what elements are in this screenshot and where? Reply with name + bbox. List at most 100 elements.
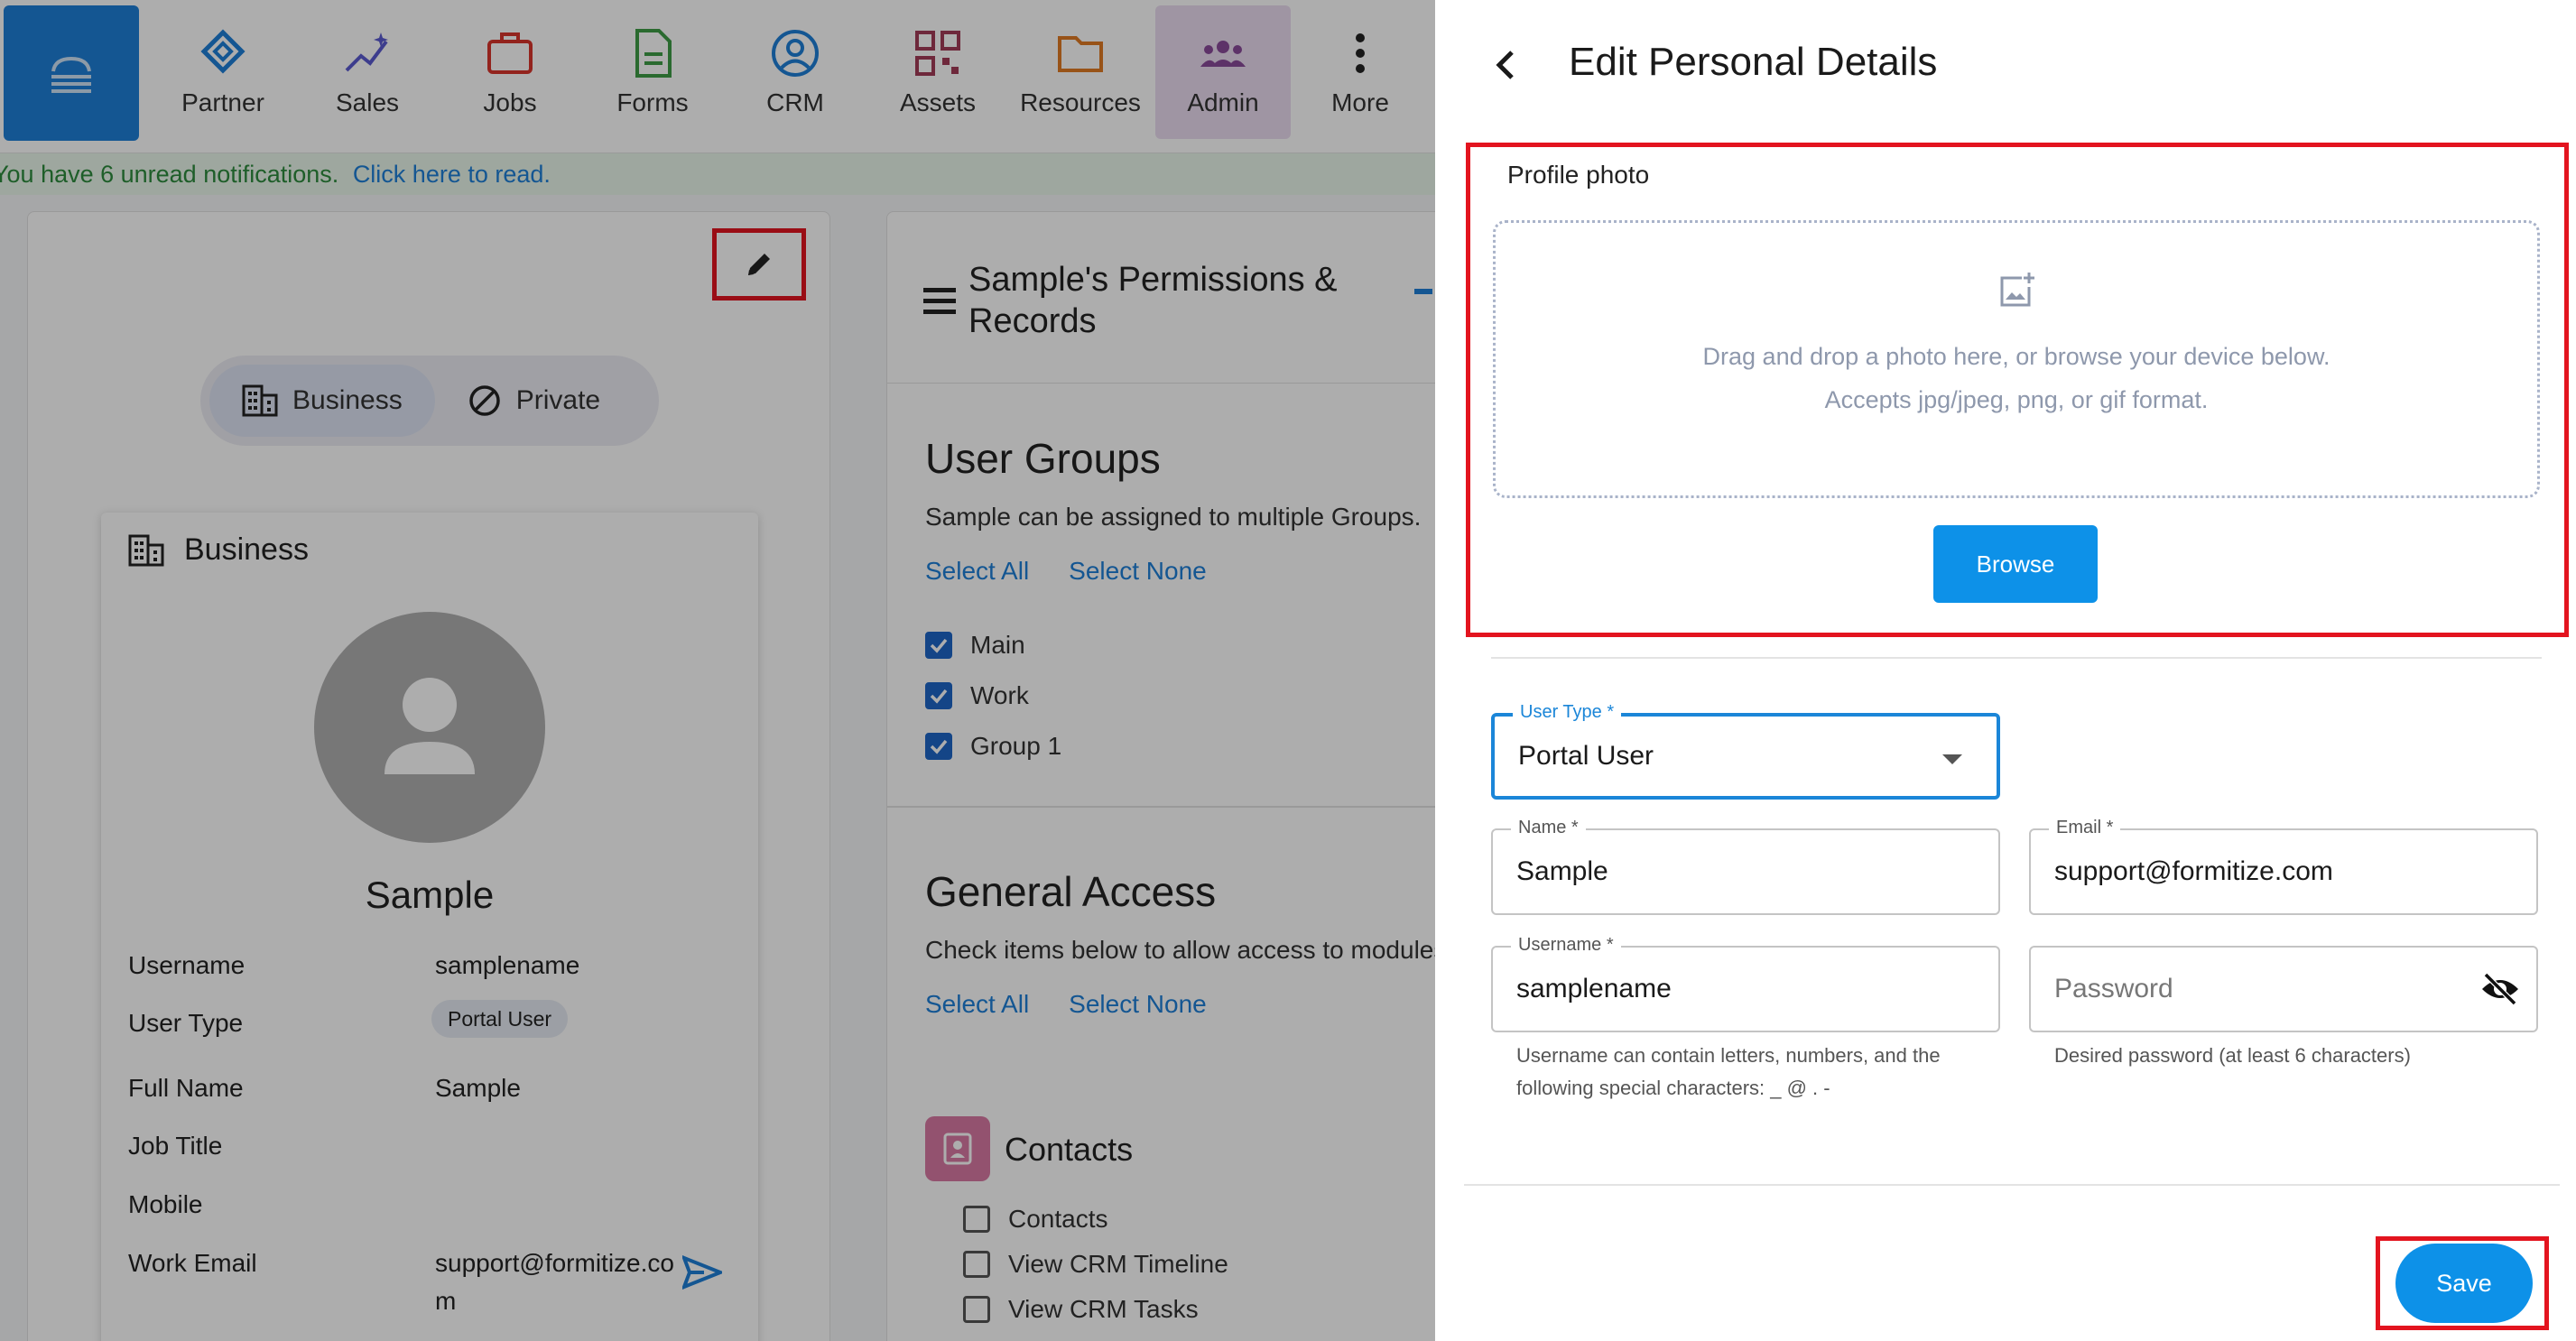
select-all-link[interactable]: Select All xyxy=(925,990,1029,1019)
username-field[interactable]: Username * samplename xyxy=(1491,935,2000,1032)
group-label-main: Main xyxy=(970,631,1025,659)
nav-item-partner[interactable]: Partner xyxy=(155,5,291,139)
contacts-checkbox-tasks[interactable]: View CRM Tasks xyxy=(963,1295,1199,1324)
nav-label-crm: CRM xyxy=(766,88,824,116)
name-value: Sample xyxy=(1516,856,1608,886)
email-value: support@formitize.com xyxy=(2054,856,2333,886)
check-icon xyxy=(930,739,948,754)
save-button[interactable]: Save xyxy=(2395,1244,2533,1323)
password-placeholder: Password xyxy=(2054,974,2173,1003)
group-icon xyxy=(1200,41,1246,67)
username-helper-line-1: Username can contain letters, numbers, a… xyxy=(1516,1044,1941,1067)
nav-label-assets: Assets xyxy=(899,88,977,116)
general-access-subtitle: Check items below to allow access to mod… xyxy=(925,936,1435,964)
field-label-mobile: Mobile xyxy=(128,1190,203,1218)
group-label-group-1: Group 1 xyxy=(970,732,1062,760)
drawer-title: Edit Personal Details xyxy=(1569,40,1938,84)
field-label-username: Username xyxy=(128,951,246,979)
permissions-card: Sample's Permissions & Records User Grou… xyxy=(886,211,1435,1341)
general-access-title: General Access xyxy=(925,868,1217,915)
edit-profile-button[interactable] xyxy=(712,228,806,301)
divider xyxy=(1491,657,2542,659)
nav-label-forms: Forms xyxy=(616,88,689,116)
nav-item-more[interactable]: More xyxy=(1293,5,1428,139)
notification-text: You have 6 unread notifications. xyxy=(0,161,339,188)
toggle-business[interactable]: Business xyxy=(209,365,435,437)
field-label-full-name: Full Name xyxy=(128,1074,244,1102)
checkbox-checked[interactable] xyxy=(925,733,952,760)
menu-icon[interactable] xyxy=(923,286,956,315)
tab-indicator xyxy=(1414,289,1432,294)
select-none-link[interactable]: Select None xyxy=(1069,990,1207,1019)
pencil-icon xyxy=(748,254,770,275)
field-value-full-name: Sample xyxy=(435,1074,521,1102)
user-type-chip: Portal User xyxy=(431,1000,569,1038)
nav-item-sales[interactable]: Sales xyxy=(300,5,435,139)
nav-label-jobs: Jobs xyxy=(483,88,537,116)
sales-icon xyxy=(345,32,388,72)
email-field[interactable]: Email * support@formitize.com xyxy=(2029,818,2538,915)
nav-label-sales: Sales xyxy=(335,88,400,116)
nav-item-forms[interactable]: Forms xyxy=(585,5,720,139)
checkbox-checked[interactable] xyxy=(925,682,952,709)
checkbox-unchecked[interactable] xyxy=(963,1206,990,1233)
browse-button[interactable]: Browse xyxy=(1933,525,2098,603)
nav-item-assets[interactable]: Assets xyxy=(870,5,1005,139)
group-checkbox-group-1[interactable]: Group 1 xyxy=(925,732,1061,761)
group-checkbox-main[interactable]: Main xyxy=(925,631,1025,660)
avatar xyxy=(314,612,545,843)
toggle-private[interactable]: Private xyxy=(435,365,633,437)
cloud-logo-icon xyxy=(51,56,91,93)
select-none-link[interactable]: Select None xyxy=(1069,557,1207,586)
contacts-item-label: View CRM Tasks xyxy=(1008,1295,1199,1323)
nav-item-jobs[interactable]: Jobs xyxy=(442,5,578,139)
nav-label-admin: Admin xyxy=(1187,88,1259,116)
field-label-user-type: User Type xyxy=(128,1009,244,1037)
check-icon xyxy=(930,689,948,704)
notification-link[interactable]: Click here to read. xyxy=(353,161,551,188)
building-icon xyxy=(242,384,278,417)
user-groups-title: User Groups xyxy=(925,435,1161,482)
password-helper-text: Desired password (at least 6 characters) xyxy=(2054,1044,2411,1067)
contacts-item-label: Contacts xyxy=(1008,1205,1108,1233)
nav-label-partner: Partner xyxy=(181,88,264,116)
top-navigation: Partner Sales Jobs Forms CRM Assets Reso… xyxy=(0,0,1435,153)
person-icon xyxy=(385,678,475,774)
check-icon xyxy=(930,638,948,653)
visibility-off-icon[interactable] xyxy=(2480,971,2520,1007)
nav-label-resources: Resources xyxy=(1020,88,1141,116)
dropzone-text: Drag and drop a photo here, or browse yo… xyxy=(1702,343,2330,370)
checkbox-unchecked[interactable] xyxy=(963,1296,990,1323)
folder-icon xyxy=(1058,36,1103,72)
contacts-checkbox-contacts[interactable]: Contacts xyxy=(963,1205,1108,1234)
checkbox-unchecked[interactable] xyxy=(963,1251,990,1278)
app-logo[interactable] xyxy=(4,5,139,141)
username-helper-text: Username can contain letters, numbers, a… xyxy=(1516,1040,1941,1105)
contacts-checkbox-timeline[interactable]: View CRM Timeline xyxy=(963,1250,1228,1279)
profile-name: Sample xyxy=(365,874,495,916)
add-photo-icon xyxy=(2000,273,2034,307)
field-label-job-title: Job Title xyxy=(128,1132,223,1160)
contact-book-icon xyxy=(943,1133,972,1165)
nav-item-admin[interactable]: Admin xyxy=(1155,5,1291,139)
background-app: Partner Sales Jobs Forms CRM Assets Reso… xyxy=(0,0,1435,1341)
business-card-title-text: Business xyxy=(184,532,309,567)
name-field[interactable]: Name * Sample xyxy=(1491,818,2000,915)
user-type-select[interactable]: User Type * Portal User xyxy=(1491,702,2000,800)
user-type-value: Portal User xyxy=(1518,741,1654,771)
back-button[interactable] xyxy=(1480,38,1531,92)
dropdown-caret-icon xyxy=(1942,754,1962,764)
account-circle-icon xyxy=(772,30,819,77)
partner-icon xyxy=(200,29,246,74)
send-icon[interactable] xyxy=(682,1254,722,1290)
user-groups-subtitle: Sample can be assigned to multiple Group… xyxy=(925,503,1422,531)
select-all-link[interactable]: Select All xyxy=(925,557,1029,586)
general-access-links: Select All Select None xyxy=(925,990,1207,1019)
group-checkbox-work[interactable]: Work xyxy=(925,681,1029,710)
nav-item-crm[interactable]: CRM xyxy=(727,5,863,139)
checkbox-checked[interactable] xyxy=(925,632,952,659)
password-field[interactable]: Password xyxy=(2029,946,2538,1032)
nav-item-resources[interactable]: Resources xyxy=(1013,5,1148,139)
more-vertical-icon xyxy=(1356,33,1365,73)
briefcase-icon xyxy=(487,32,533,74)
